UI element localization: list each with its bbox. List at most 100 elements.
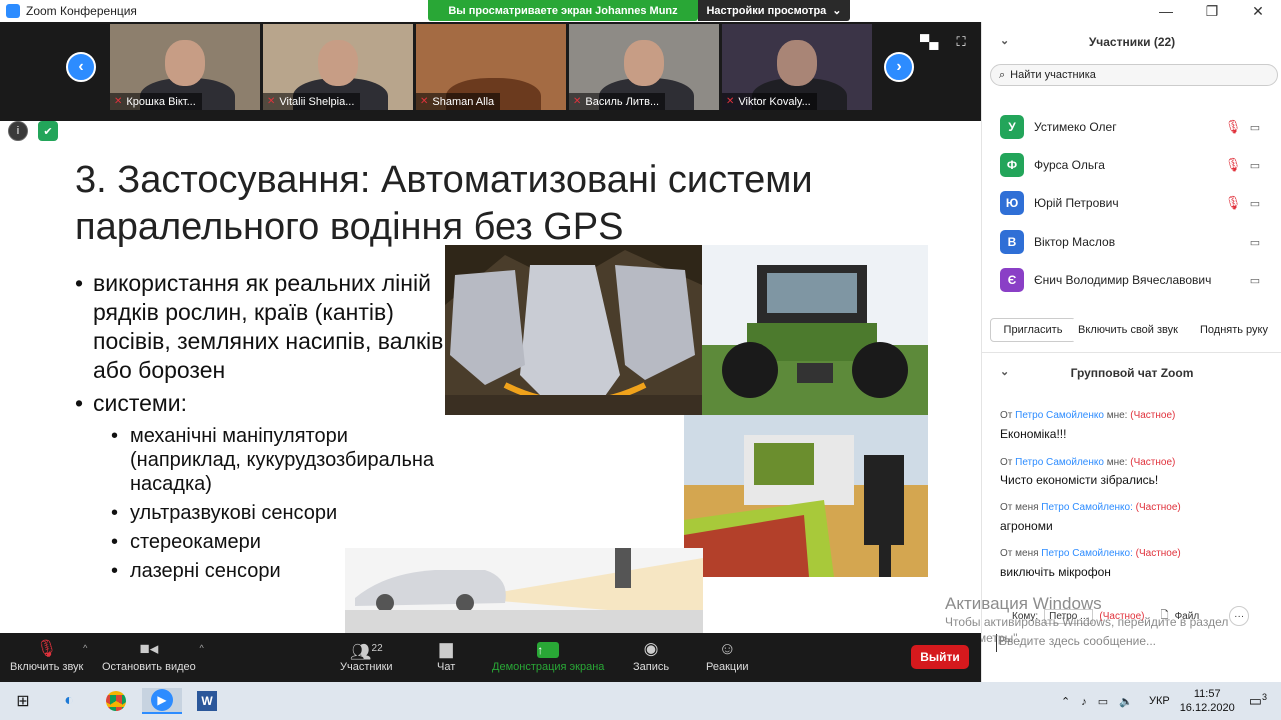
participant-row[interactable]: Ф Фурса Ольга 🎙︎ ▭ [982, 146, 1272, 184]
view-options-button[interactable]: Настройки просмотра ⌄ [698, 0, 850, 21]
stop-video-label: Остановить видео [102, 661, 196, 673]
next-page-button[interactable]: › [884, 52, 914, 82]
tile-name: ✕ Shaman Alla [416, 93, 501, 110]
slide-bullets: використання як реальних ліній рядків ро… [75, 269, 455, 583]
participants-button[interactable]: 👥︎22 Участники [340, 637, 393, 673]
unmute-me-button[interactable]: Включить свой звук [1072, 318, 1184, 342]
msg-sender[interactable]: Петро Самойленко [1015, 410, 1104, 421]
muted-mic-icon: 🎙︎ [35, 639, 58, 658]
participant-row[interactable]: В Віктор Маслов ▭ [982, 223, 1272, 261]
video-tile[interactable]: ✕ Shaman Alla [416, 24, 566, 110]
close-button[interactable]: ✕ [1235, 3, 1281, 20]
participants-label: Участники [340, 661, 393, 673]
chat-button[interactable]: ▆ Чат [437, 637, 455, 673]
participant-name: Юрій Петрович [1034, 196, 1119, 210]
info-icon[interactable]: i [8, 121, 28, 141]
avatar: В [1000, 230, 1024, 254]
msg-sender[interactable]: Петро Самойленко [1015, 457, 1104, 468]
participant-row[interactable]: У Устимеко Олег 🎙︎ ▭ [982, 108, 1272, 146]
word-app-icon[interactable]: W [194, 688, 220, 714]
chevron-left-icon: ‹ [78, 58, 84, 75]
msg-suffix: мне: [1106, 457, 1128, 468]
chat-label: Чат [437, 661, 456, 673]
tile-name-text: Василь Литв... [585, 95, 660, 108]
share-screen-button[interactable]: ↑ Демонстрация экрана [492, 637, 604, 673]
chevron-down-icon[interactable]: ⌄ [1000, 365, 1009, 378]
language-indicator[interactable]: УКР [1149, 695, 1170, 707]
tile-name: ✕ Крошка Вікт... [110, 93, 202, 110]
tile-name-text: Крошка Вікт... [126, 95, 196, 108]
camera-off-icon[interactable]: ▭ [1244, 236, 1266, 249]
participant-name: Фурса Ольга [1034, 158, 1105, 172]
window-controls: — ❐ ✕ [981, 0, 1281, 22]
chat-message-text: виключіть мікрофон [1000, 565, 1111, 579]
more-icon[interactable]: ··· [1229, 606, 1250, 626]
combine-harvester-photo [684, 415, 928, 577]
minimize-button[interactable]: — [1143, 3, 1189, 19]
clock-date: 16.12.2020 [1179, 702, 1235, 714]
car-sensor-illustration [345, 548, 703, 633]
edge-browser-icon[interactable]: ◐ [56, 688, 82, 714]
chat-title: Групповой чат Zoom [1070, 366, 1194, 380]
zoom-taskbar-icon[interactable]: ▶ [142, 688, 182, 714]
notifications-icon[interactable]: ▭3 [1249, 692, 1267, 710]
record-button[interactable]: ◉ Запись [633, 637, 669, 673]
participant-row[interactable]: Є Єнич Володимир Вячеславович ▭ [982, 261, 1272, 299]
chevron-down-icon[interactable]: ⌄ [1000, 34, 1009, 47]
chevron-up-icon[interactable]: ^ [200, 643, 204, 653]
chevron-up-icon[interactable]: ^ [83, 643, 87, 653]
tractor-illustration [702, 245, 928, 415]
bullet-item: системи: [75, 389, 455, 418]
corn-header-illustration [445, 245, 702, 415]
muted-mic-icon[interactable]: 🎙︎ [1222, 195, 1244, 211]
file-button[interactable]: Файл [1175, 611, 1200, 622]
system-tray: ⌃ ♪ ▭ 🔈 УКР 11:57 16.12.2020 ▭3 [1061, 682, 1281, 720]
shield-icon[interactable]: ✔ [38, 121, 58, 141]
tractor-photo [702, 245, 928, 415]
maximize-button[interactable]: ❐ [1189, 3, 1235, 20]
record-icon: ◉ [643, 639, 659, 658]
msg-sender[interactable]: Петро Самойленко: [1041, 548, 1133, 559]
muted-mic-icon[interactable]: 🎙︎ [1222, 119, 1244, 135]
avatar: Ф [1000, 153, 1024, 177]
chat-message-text: агрономи [1000, 519, 1053, 533]
msg-sender[interactable]: Петро Самойленко: [1041, 502, 1133, 513]
participant-face [624, 40, 664, 86]
view-mode-icon[interactable]: ▀▄ [920, 34, 938, 50]
participant-row[interactable]: Ю Юрій Петрович 🎙︎ ▭ [982, 184, 1272, 222]
stop-video-button[interactable]: ■◂ Остановить видео ^ [102, 637, 204, 673]
participant-search-input[interactable]: ⌕ Найти участника [990, 64, 1278, 86]
leave-button[interactable]: Выйти [911, 645, 969, 669]
reactions-button[interactable]: ☺ Реакции [706, 637, 749, 673]
avatar: Ю [1000, 191, 1024, 215]
chevron-right-icon: › [896, 58, 902, 75]
fullscreen-icon[interactable]: ⛶ [952, 34, 970, 50]
video-tile[interactable]: ✕ Vitalii Shelpia... [263, 24, 413, 110]
unmute-button[interactable]: 🎙︎ Включить звук ^ [10, 637, 87, 673]
clock[interactable]: 11:57 16.12.2020 [1180, 687, 1235, 715]
prev-page-button[interactable]: ‹ [66, 52, 96, 82]
msg-private: (Частное) [1135, 502, 1181, 513]
recipient-select[interactable]: Петро ... [1044, 608, 1094, 624]
chrome-browser-icon[interactable] [103, 688, 129, 714]
camera-off-icon[interactable]: ▭ [1244, 274, 1266, 287]
invite-button[interactable]: Пригласить [990, 318, 1076, 342]
file-icon[interactable]: 🗋 [1161, 608, 1169, 625]
chat-message-input[interactable]: Введите здесь сообщение... [996, 634, 1256, 652]
raise-hand-button[interactable]: Поднять руку [1192, 318, 1276, 342]
camera-off-icon[interactable]: ▭ [1244, 197, 1266, 210]
video-tile[interactable]: ✕ Василь Литв... [569, 24, 719, 110]
zoom-window: Zoom Конференция — ❐ ✕ ‹ ✕ Крошка Вікт...… [0, 0, 1281, 720]
muted-mic-icon: ✕ [420, 96, 429, 107]
video-tile[interactable]: ✕ Крошка Вікт... [110, 24, 260, 110]
video-tile[interactable]: ✕ Viktor Kovaly... [722, 24, 872, 110]
side-panel: ⌄ Участники (22) ⌕ Найти участника У Уст… [981, 22, 1281, 682]
tray-icons[interactable]: ⌃ ♪ ▭ 🔈 [1061, 695, 1137, 708]
muted-mic-icon[interactable]: 🎙︎ [1222, 157, 1244, 173]
share-screen-icon: ↑ [537, 637, 560, 661]
windows-start-icon[interactable]: ⊞ [10, 688, 36, 714]
camera-off-icon[interactable]: ▭ [1244, 159, 1266, 172]
tile-name: ✕ Vitalii Shelpia... [263, 93, 361, 110]
tile-name-text: Shaman Alla [432, 95, 495, 108]
camera-off-icon[interactable]: ▭ [1244, 121, 1266, 134]
